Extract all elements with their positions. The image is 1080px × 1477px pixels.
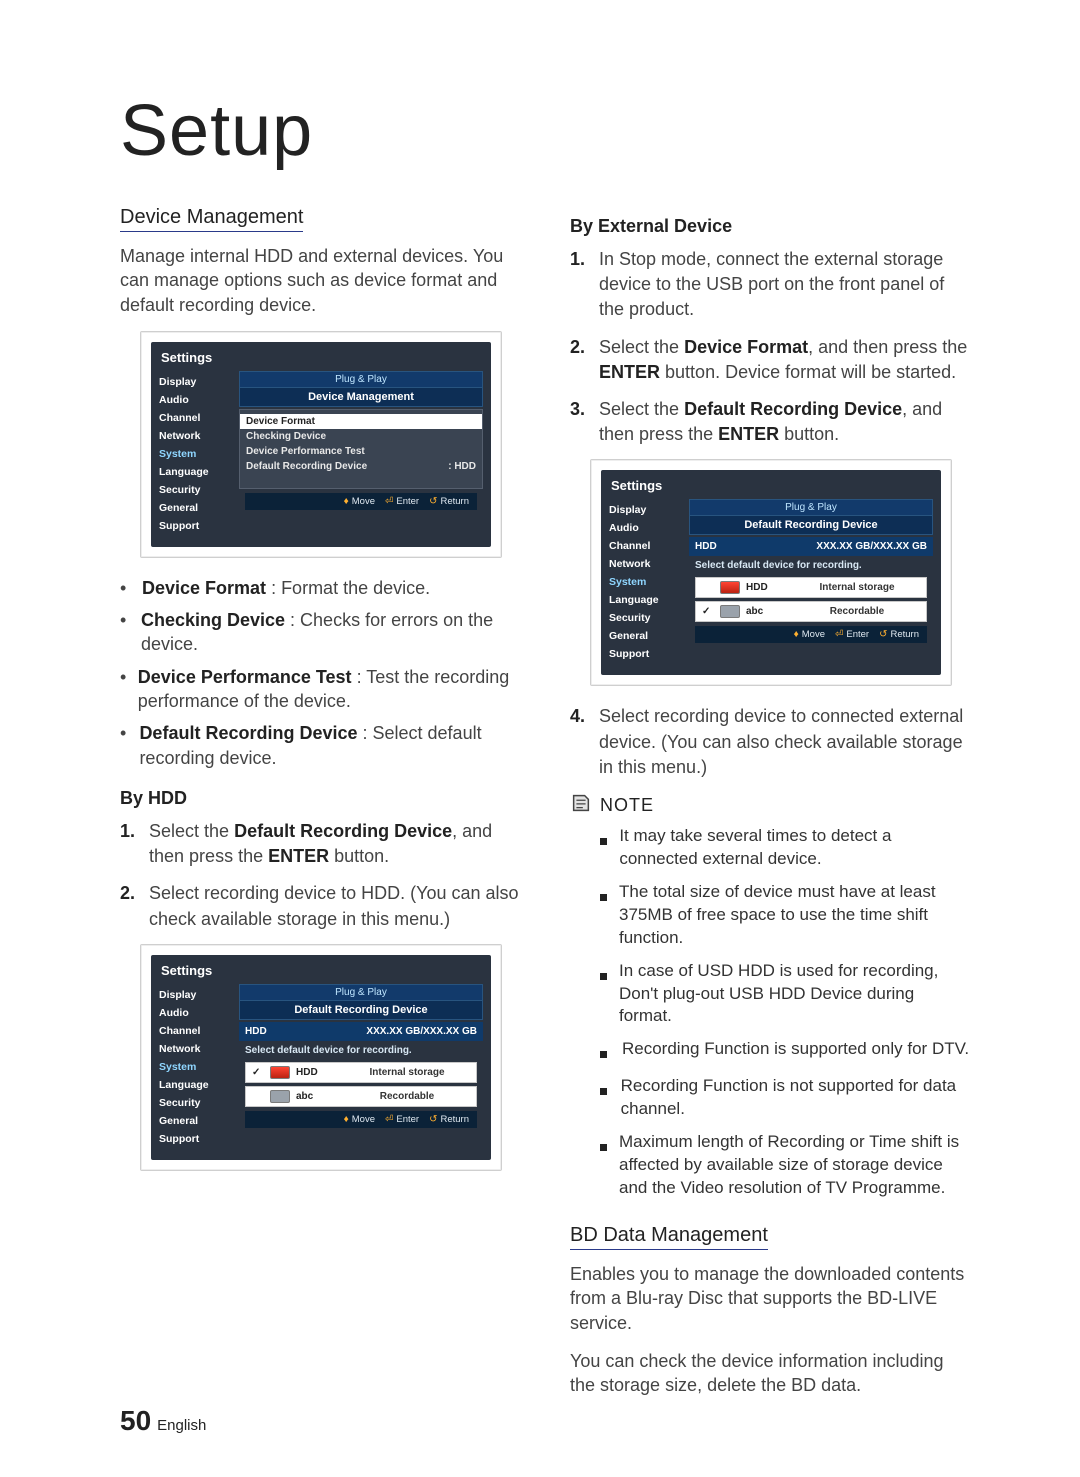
step-row: 4. Select recording device to connected … xyxy=(570,704,970,780)
sidebar-item[interactable]: Channel xyxy=(609,537,689,555)
storage-icon xyxy=(720,605,740,618)
sidebar-item[interactable]: Language xyxy=(609,591,689,609)
note-item: Maximum length of Recording or Time shif… xyxy=(600,1131,970,1200)
step-row: 2. Select the Device Format, and then pr… xyxy=(570,335,970,385)
note-item: The total size of device must have at le… xyxy=(600,881,970,950)
right-column: By External Device 1. In Stop mode, conn… xyxy=(570,206,970,1411)
sidebar-item[interactable]: System xyxy=(159,445,239,463)
page-number: 50English xyxy=(120,1405,206,1437)
storage-msg: Select default device for recording. xyxy=(689,556,933,577)
note-heading: NOTE xyxy=(570,792,970,819)
check-icon: ✓ xyxy=(702,606,714,617)
sidebar-item[interactable]: General xyxy=(609,627,689,645)
page-title: Setup xyxy=(120,90,990,172)
sidebar-item[interactable]: Language xyxy=(159,1076,239,1094)
screenshot-default-recording-ext: Settings Display Audio Channel Network S… xyxy=(590,459,952,686)
note-item: It may take several times to detect a co… xyxy=(600,825,970,871)
updown-icon: ♦ xyxy=(794,629,799,640)
note-item: Recording Function is not supported for … xyxy=(600,1075,970,1121)
help-bar: ♦Move ⏎Enter ↺Return xyxy=(695,626,927,643)
panel-title: Device Management xyxy=(239,387,483,407)
note-item: In case of USD HDD is used for recording… xyxy=(600,960,970,1029)
storage-icon xyxy=(270,1090,290,1103)
sidebar-item[interactable]: Support xyxy=(159,1130,239,1148)
storage-header: HDD XXX.XX GB/XXX.XX GB xyxy=(689,537,933,556)
breadcrumb: Plug & Play xyxy=(239,371,483,387)
sidebar-item[interactable]: Display xyxy=(609,501,689,519)
sidebar-item[interactable]: Security xyxy=(159,481,239,499)
device-management-intro: Manage internal HDD and external devices… xyxy=(120,244,520,317)
sidebar-item[interactable]: Audio xyxy=(159,1004,239,1022)
device-row-hdd[interactable]: ✓ HDD Internal storage xyxy=(245,1062,477,1083)
storage-icon xyxy=(720,581,740,594)
breadcrumb: Plug & Play xyxy=(689,499,933,515)
note-icon xyxy=(570,792,592,819)
sidebar-item[interactable]: Network xyxy=(159,427,239,445)
sidebar-item[interactable]: Security xyxy=(609,609,689,627)
settings-sidebar: Display Audio Channel Network System Lan… xyxy=(601,499,689,667)
screenshot-default-recording-hdd: Settings Display Audio Channel Network S… xyxy=(140,944,502,1171)
check-icon: ✓ xyxy=(252,1067,264,1078)
screenshot-device-management: Settings Display Audio Channel Network S… xyxy=(140,331,502,558)
sidebar-item[interactable]: Display xyxy=(159,373,239,391)
sidebar-item[interactable]: System xyxy=(609,573,689,591)
settings-sidebar: Display Audio Channel Network System Lan… xyxy=(151,371,239,539)
panel-title: Default Recording Device xyxy=(239,1000,483,1020)
note-item: Recording Function is supported only for… xyxy=(600,1038,970,1065)
updown-icon: ♦ xyxy=(344,496,349,507)
sidebar-item[interactable]: Network xyxy=(609,555,689,573)
settings-title: Settings xyxy=(151,955,491,984)
storage-msg: Select default device for recording. xyxy=(239,1041,483,1062)
device-row-ext[interactable]: ✓ abc Recordable xyxy=(695,601,927,622)
sidebar-item[interactable]: System xyxy=(159,1058,239,1076)
by-hdd-title: By HDD xyxy=(120,788,520,809)
sidebar-item[interactable]: Support xyxy=(159,517,239,535)
settings-title: Settings xyxy=(151,342,491,371)
by-external-title: By External Device xyxy=(570,216,970,237)
storage-header: HDD XXX.XX GB/XXX.XX GB xyxy=(239,1022,483,1041)
sidebar-item[interactable]: General xyxy=(159,499,239,517)
device-row-hdd[interactable]: HDD Internal storage xyxy=(695,577,927,598)
menu-row[interactable]: Checking Device xyxy=(246,429,476,444)
menu-row[interactable]: Device Performance Test xyxy=(246,444,476,459)
menu-row[interactable]: Default Recording Device: HDD xyxy=(246,459,476,474)
panel-title: Default Recording Device xyxy=(689,515,933,535)
sidebar-item[interactable]: General xyxy=(159,1112,239,1130)
step-row: 3. Select the Default Recording Device, … xyxy=(570,397,970,447)
sidebar-item[interactable]: Audio xyxy=(159,391,239,409)
enter-icon: ⏎ xyxy=(385,1114,393,1125)
menu-row[interactable]: Device Format xyxy=(240,414,482,429)
return-icon: ↺ xyxy=(879,629,887,640)
sidebar-item[interactable]: Audio xyxy=(609,519,689,537)
section-bd-data: BD Data Management xyxy=(570,1224,768,1250)
section-device-management: Device Management xyxy=(120,206,303,232)
return-icon: ↺ xyxy=(429,496,437,507)
step-row: 2. Select recording device to HDD. (You … xyxy=(120,881,520,931)
sidebar-item[interactable]: Network xyxy=(159,1040,239,1058)
sidebar-item[interactable]: Language xyxy=(159,463,239,481)
sidebar-item[interactable]: Display xyxy=(159,986,239,1004)
sidebar-item[interactable]: Support xyxy=(609,645,689,663)
sidebar-item[interactable]: Security xyxy=(159,1094,239,1112)
feature-bullets: •Device Format : Format the device. •Che… xyxy=(120,576,520,770)
left-column: Device Management Manage internal HDD an… xyxy=(120,206,520,1411)
sidebar-item[interactable]: Channel xyxy=(159,409,239,427)
step-row: 1. Select the Default Recording Device, … xyxy=(120,819,520,869)
help-bar: ♦Move ⏎Enter ↺Return xyxy=(245,1111,477,1128)
settings-title: Settings xyxy=(601,470,941,499)
return-icon: ↺ xyxy=(429,1114,437,1125)
sidebar-item[interactable]: Channel xyxy=(159,1022,239,1040)
enter-icon: ⏎ xyxy=(385,496,393,507)
storage-icon xyxy=(270,1066,290,1079)
device-row-ext[interactable]: abc Recordable xyxy=(245,1086,477,1107)
settings-sidebar: Display Audio Channel Network System Lan… xyxy=(151,984,239,1152)
help-bar: ♦Move ⏎Enter ↺Return xyxy=(245,493,477,510)
step-row: 1. In Stop mode, connect the external st… xyxy=(570,247,970,323)
breadcrumb: Plug & Play xyxy=(239,984,483,1000)
bd-text: You can check the device information inc… xyxy=(570,1349,970,1398)
bd-text: Enables you to manage the downloaded con… xyxy=(570,1262,970,1335)
enter-icon: ⏎ xyxy=(835,629,843,640)
updown-icon: ♦ xyxy=(344,1114,349,1125)
